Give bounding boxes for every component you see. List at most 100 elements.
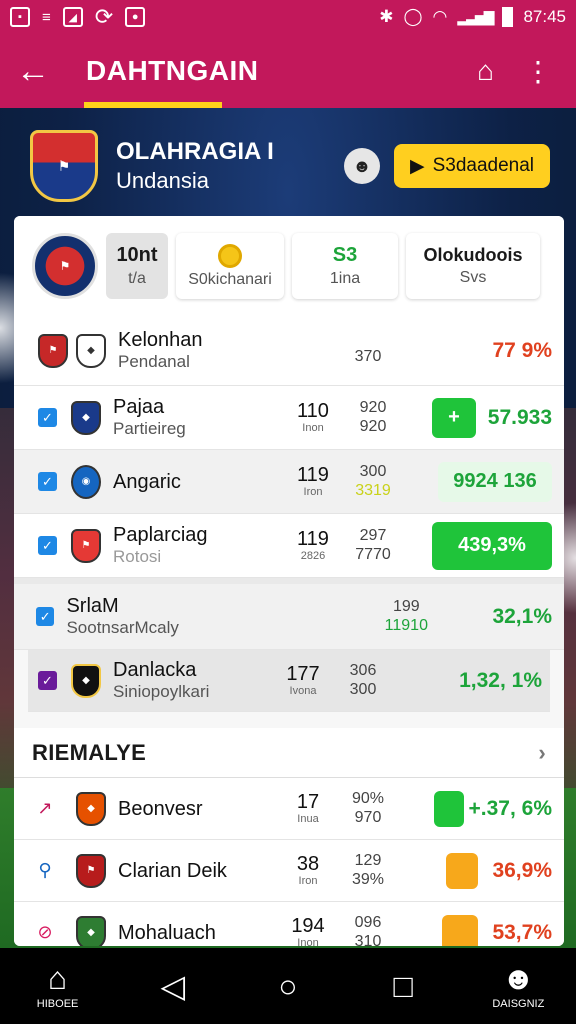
row-percent: 57.933 [487, 405, 552, 429]
row-percent: 32,1% [492, 604, 552, 628]
team-sub: SootnsarMcaly [66, 618, 179, 638]
row-num: 17 [296, 791, 320, 814]
checkbox[interactable]: ✓ [38, 408, 57, 427]
percent-pill: 9924 136 [438, 461, 552, 502]
team-badge-icon: ◆ [71, 400, 101, 435]
stat-box[interactable]: Olokudoois Svs [406, 233, 540, 299]
summary-row: ⚑ 10nt t/a S0kichanari S3 1ina Olokudooi… [14, 216, 564, 316]
stat-value: S3 [332, 244, 358, 266]
home-icon: ⌂ [47, 960, 68, 996]
checkbox[interactable]: ✓ [38, 671, 57, 690]
team-badge-icon: ◆ [76, 333, 106, 368]
chevron-right-icon[interactable]: › [538, 740, 546, 766]
table-row[interactable]: ✓ ⚑ Paplarciag Rotosi 119 2826 297 7770 … [14, 514, 564, 578]
home-icon[interactable]: ⌂ [477, 55, 494, 88]
row-num-sub: 2826 [300, 550, 326, 563]
checkbox[interactable]: ✓ [38, 472, 57, 491]
shield-icon: ⚑ [59, 259, 71, 273]
stat-label: 1ina [329, 270, 361, 287]
team-badge-icon: ◆ [71, 663, 101, 698]
row-stat: 920 [359, 399, 387, 417]
row-num: 119 [297, 528, 329, 551]
triangle-back-icon: ◁ [160, 968, 186, 1004]
stat-box[interactable]: S3 1ina [292, 233, 398, 299]
section-header[interactable]: RIEMALYE › [14, 728, 564, 778]
team-sub: Siniopoylkari [113, 682, 210, 702]
team-badge-icon: ◉ [71, 464, 101, 499]
cta-label: S3daadenal [432, 155, 535, 176]
row-num: 177 [286, 663, 320, 686]
person-icon: ☻ [501, 960, 536, 996]
team-header: ⚑ OLAHRAGIA I Undansia ☻ ▶ S3daadenal [30, 128, 550, 204]
team-sub: Pendanal [118, 352, 190, 372]
search-icon: ⚲ [38, 860, 52, 880]
table-row-selected[interactable]: ✓ ◆ Danlacka Siniopoylkari 177 Ivona 306… [28, 650, 550, 712]
checkbox[interactable]: ✓ [38, 536, 57, 555]
status-bar: ▪ ≡ ◢ ⟳ ● ✱ ◯ ◠ ▂▃▅▇ 87:45 [0, 0, 576, 34]
list-item[interactable]: ↗ ◆ Beonvesr 17 Inua 90% 970 +.37, 6% [14, 778, 564, 840]
stat-box[interactable]: 10nt t/a [106, 233, 168, 299]
signal-icon: ▂▃▅▇ [457, 8, 494, 25]
battery-icon [502, 7, 514, 27]
stat-box[interactable]: S0kichanari [176, 233, 284, 299]
team-name: Angaric [113, 470, 181, 493]
nav-back[interactable]: ◁ [133, 970, 213, 1002]
row-num-sub: Ivona [289, 685, 317, 698]
team-name: Mohaluach [118, 921, 216, 944]
tab-indicator [84, 102, 222, 108]
table-row[interactable]: ⚑ ◆ Kelonhan Pendanal 370 77 9% [14, 316, 564, 386]
standings-card: ⚑ 10nt t/a S0kichanari S3 1ina Olokudooi… [14, 216, 564, 946]
team-badge-icon: ⚑ [76, 853, 106, 888]
checkbox[interactable]: ✓ [36, 607, 55, 626]
row-stat: 096 [354, 914, 382, 932]
notification-icon: ≡ [42, 8, 51, 26]
status-time: 87:45 [523, 7, 566, 26]
stat-value: 10nt [116, 244, 158, 266]
percent-pill: 439,3% [432, 521, 552, 570]
table-row[interactable]: ✓ ◆ Pajaa Partieireg 110 Inon 920 920 + … [14, 386, 564, 450]
cta-button[interactable]: ▶ S3daadenal [394, 144, 550, 188]
team-name: Danlacka [113, 659, 197, 682]
user-avatar[interactable]: ☻ [344, 148, 380, 184]
list-item[interactable]: ⚲ ⚑ Clarian Deik 38 Iron 129 39% 36,9% [14, 840, 564, 902]
row-num: 38 [296, 853, 320, 876]
nav-recents[interactable]: □ [363, 970, 443, 1002]
table-row[interactable]: ✓ SrlaM SootnsarMcaly 199 11910 32,1% [14, 584, 564, 650]
app-bar: ← DAHTNGAIN ⌂ ⋮ [0, 34, 576, 108]
more-vert-icon[interactable]: ⋮ [524, 55, 552, 88]
row-percent: 77 9% [492, 338, 552, 362]
team-name: Pajaa [113, 396, 165, 419]
row-stat: 3319 [355, 481, 391, 499]
nav-home[interactable]: ⌂ HIBOEE [18, 962, 98, 1010]
row-num-sub: Inon [302, 422, 324, 435]
app-icon: ◢ [62, 7, 83, 27]
row-stat: 310 [354, 932, 382, 947]
list-item[interactable]: ⊘ ◆ Mohaluach 194 Inon 096 310 53,7% [14, 902, 564, 946]
plus-button[interactable]: + [432, 397, 476, 438]
row-percent: 9924 136 [453, 470, 537, 492]
row-percent: 53,7% [492, 920, 552, 944]
sim-icon: ▪ [10, 7, 30, 27]
row-stat: 90% [351, 790, 385, 808]
nav-home-circle[interactable]: ○ [248, 970, 328, 1002]
row-stat: 370 [354, 348, 382, 366]
row-stat: 306 [349, 662, 377, 680]
circle-home-icon: ○ [278, 968, 298, 1004]
team-name: Clarian Deik [118, 859, 227, 882]
row-num: 119 [297, 464, 329, 487]
team-badge-icon: ⚑ [71, 528, 101, 563]
nav-profile[interactable]: ☻ DAISGNIZ [478, 962, 558, 1010]
row-num-sub: Iron [298, 875, 318, 888]
stat-label: S0kichanari [188, 270, 272, 288]
row-num: 194 [291, 915, 325, 938]
row-stat: 7770 [355, 545, 391, 563]
row-num-sub: Inon [297, 937, 319, 946]
stat-label: Svs [459, 269, 487, 286]
team-name: Paplarciag [113, 524, 208, 547]
arrow-left-icon[interactable]: ← [0, 52, 66, 91]
stat-label: t/a [128, 270, 146, 287]
app-icon: ● [125, 7, 146, 27]
table-row[interactable]: ✓ ◉ Angaric 119 Iron 300 3319 9924 136 [14, 450, 564, 514]
play-icon: ▶ [409, 155, 425, 177]
